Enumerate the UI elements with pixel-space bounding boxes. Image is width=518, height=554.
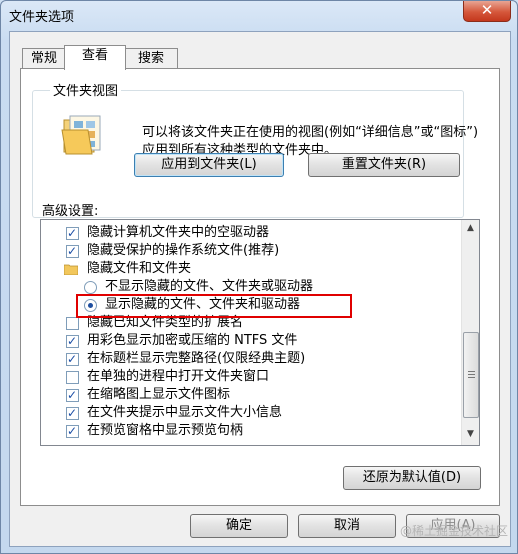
radio-button[interactable] (84, 281, 97, 294)
checkbox[interactable] (66, 332, 79, 350)
checkbox[interactable] (66, 371, 79, 384)
tab-search[interactable]: 搜索 (124, 48, 178, 69)
reset-folders-button[interactable]: 重置文件夹(R) (308, 153, 460, 177)
advanced-settings-label: 高级设置: (42, 204, 99, 219)
list-item[interactable]: 在文件夹提示中显示文件大小信息 (41, 404, 456, 422)
tab-view[interactable]: 查看 (64, 45, 126, 70)
grip-line (468, 371, 475, 372)
checkbox[interactable] (66, 386, 79, 404)
list-item[interactable]: 用彩色显示加密或压缩的 NTFS 文件 (41, 332, 456, 350)
grip-line (468, 374, 475, 375)
list-item[interactable]: 在标题栏显示完整路径(仅限经典主题) (41, 350, 456, 368)
cancel-button[interactable]: 取消 (298, 514, 396, 538)
list-item-label: 在文件夹提示中显示文件大小信息 (87, 405, 283, 420)
restore-defaults-button[interactable]: 还原为默认值(D) (343, 466, 481, 490)
checkbox[interactable] (66, 350, 79, 368)
title-bar[interactable]: 文件夹选项 ✕ (1, 1, 517, 31)
list-item[interactable]: 在预览窗格中显示预览句柄 (41, 422, 456, 440)
list-item-label: 在单独的进程中打开文件夹窗口 (87, 369, 270, 384)
grip-line (468, 377, 475, 378)
list-item-label: 用彩色显示加密或压缩的 NTFS 文件 (87, 333, 298, 348)
folder-icon (64, 264, 78, 275)
list-item-label: 隐藏文件和文件夹 (87, 261, 192, 276)
dialog-client: 常规 查看 搜索 文件夹视图 可以将该文件夹正在使用的视图(例如“详细信息”或“… (9, 31, 511, 547)
watermark: @稀土掘金技术社区 (400, 524, 509, 538)
advanced-settings-list[interactable]: 隐藏计算机文件夹中的空驱动器 隐藏受保护的操作系统文件(推荐) 隐藏文件和文件夹… (40, 219, 480, 446)
list-item-label: 在预览窗格中显示预览句柄 (87, 423, 244, 438)
close-icon: ✕ (480, 1, 494, 19)
apply-to-folders-button[interactable]: 应用到文件夹(L) (134, 153, 284, 177)
scroll-up-icon[interactable]: ▲ (462, 220, 479, 237)
ok-button[interactable]: 确定 (190, 514, 288, 538)
list-item[interactable]: 隐藏计算机文件夹中的空驱动器 (41, 224, 456, 242)
window-title: 文件夹选项 (9, 10, 75, 25)
folder-views-label: 文件夹视图 (50, 80, 122, 99)
scroll-thumb[interactable] (463, 332, 479, 418)
list-item-label: 隐藏计算机文件夹中的空驱动器 (87, 225, 270, 240)
list-scrollbar[interactable]: ▲ ▼ (461, 220, 479, 445)
checkbox[interactable] (66, 422, 79, 440)
list-item-label: 隐藏受保护的操作系统文件(推荐) (87, 243, 280, 258)
list-item-label: 在缩略图上显示文件图标 (87, 387, 231, 402)
checkbox[interactable] (66, 224, 79, 242)
checkbox[interactable] (66, 242, 79, 260)
close-button[interactable]: ✕ (463, 1, 511, 22)
checkbox[interactable] (66, 317, 79, 330)
list-item[interactable]: 在单独的进程中打开文件夹窗口 (41, 368, 456, 386)
folder-options-window: 文件夹选项 ✕ 常规 查看 搜索 文件夹视图 可以将该文件夹正在使用的视图(例如… (0, 0, 518, 554)
list-item[interactable]: 隐藏受保护的操作系统文件(推荐) (41, 242, 456, 260)
list-item: 隐藏文件和文件夹 (41, 260, 456, 278)
annotation-highlight-box (76, 294, 352, 318)
list-item-label: 在标题栏显示完整路径(仅限经典主题) (87, 351, 306, 366)
scroll-down-icon[interactable]: ▼ (462, 426, 479, 443)
checkbox[interactable] (66, 404, 79, 422)
folder-view-icon (61, 115, 101, 155)
list-item[interactable]: 在缩略图上显示文件图标 (41, 386, 456, 404)
tab-general[interactable]: 常规 (22, 48, 66, 69)
